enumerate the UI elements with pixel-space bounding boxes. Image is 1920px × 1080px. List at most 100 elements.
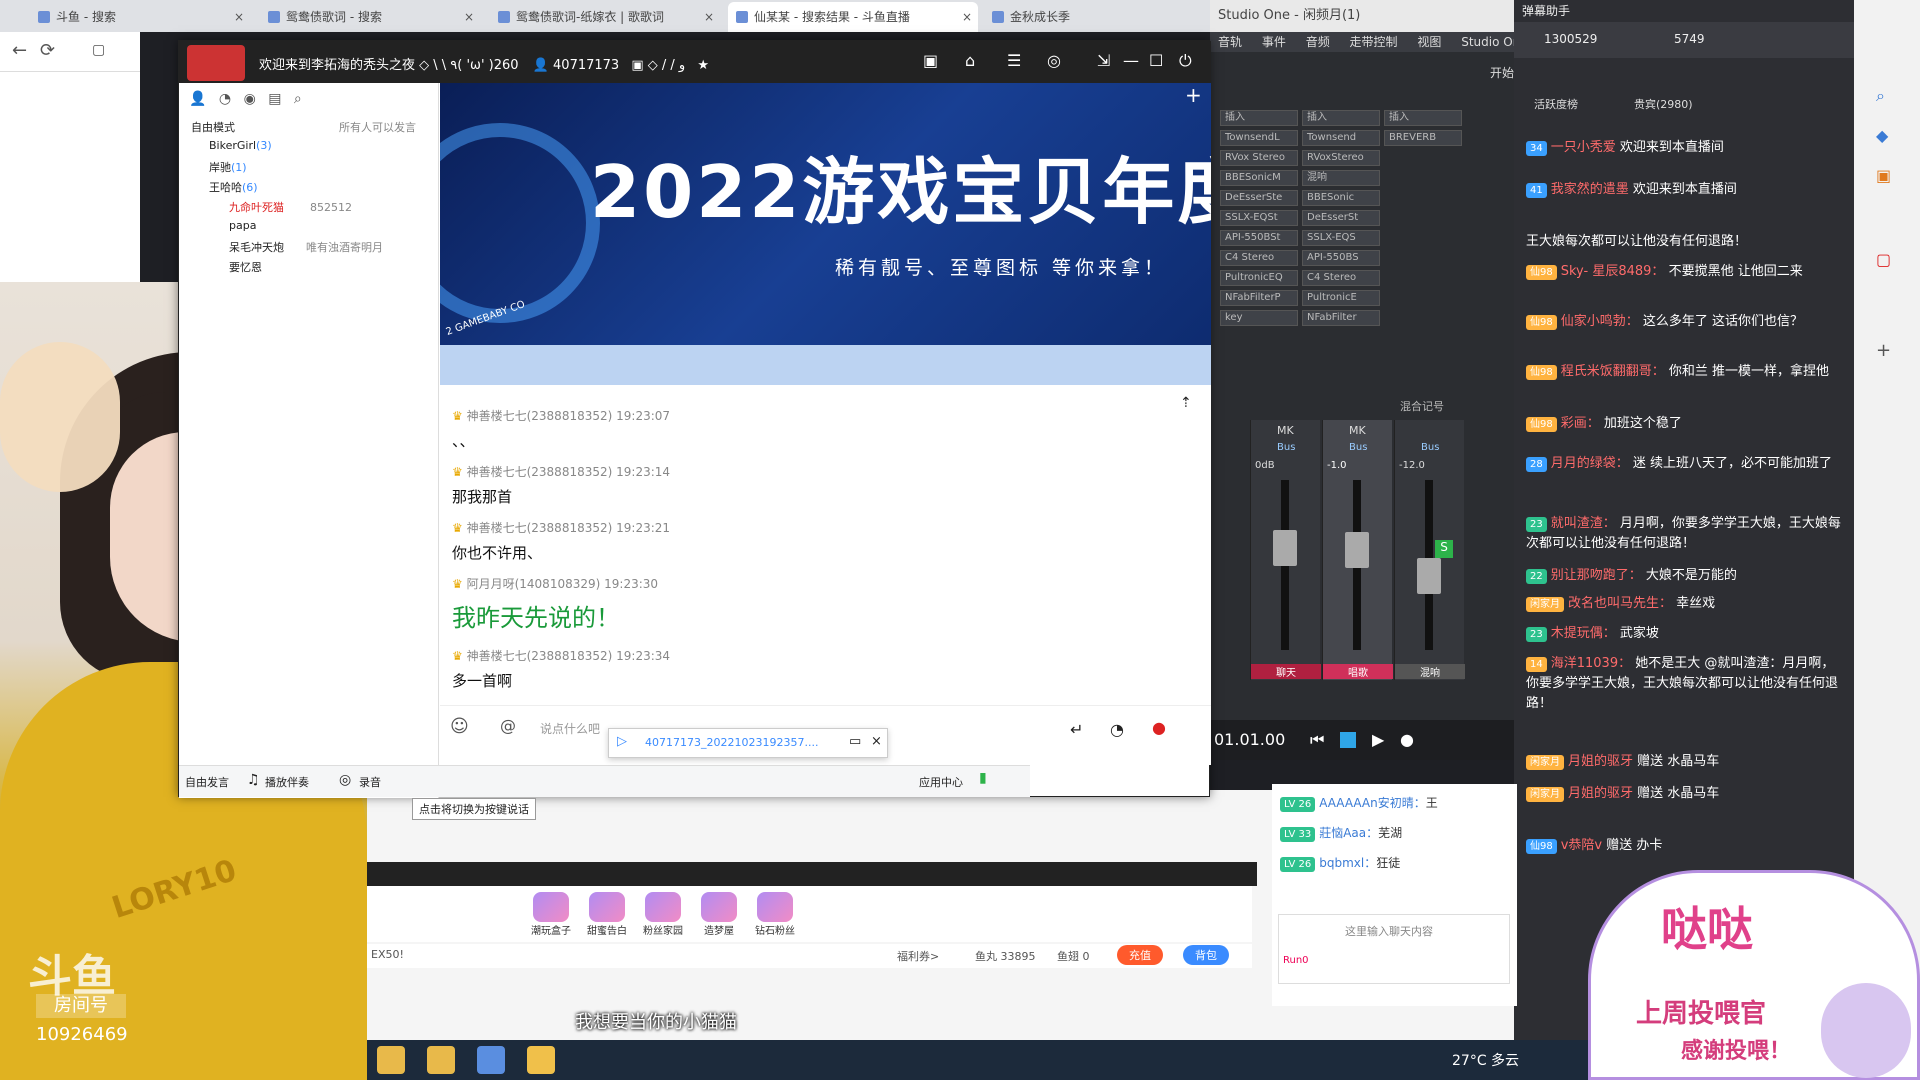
member-group[interactable]: 王哈哈(6) (209, 179, 258, 195)
plugin-slot[interactable]: RVoxStereo (1302, 150, 1380, 166)
group-avatar[interactable] (187, 45, 245, 81)
plugin-slot[interactable]: Townsend (1302, 130, 1380, 146)
user-name[interactable]: 仙家小鸣勃： (1561, 314, 1639, 329)
search-icon[interactable]: ⌕ (1876, 86, 1885, 106)
plugin-slot[interactable]: BBESonic (1302, 190, 1380, 206)
solo-button[interactable]: S (1435, 540, 1453, 558)
scroll-top-icon[interactable]: ⇡ (1180, 395, 1192, 411)
user-name[interactable]: 月月的绿袋： (1551, 456, 1629, 471)
message-sender[interactable]: 神善楼七七(2388818352) (467, 521, 613, 535)
user-name[interactable]: 就叫渣渣： (1551, 516, 1616, 531)
extension-icon[interactable]: ◆ (1876, 126, 1888, 145)
weather-widget[interactable]: 27°C 多云 (1452, 1050, 1519, 1070)
user-name[interactable]: 莊恼Aaa： (1319, 826, 1378, 840)
app-center-button[interactable]: 应用中心 (919, 774, 963, 790)
member-row[interactable]: 要忆恩 (229, 259, 262, 275)
folder-icon[interactable]: ▭ (849, 734, 861, 749)
close-icon[interactable]: × (464, 2, 474, 32)
user-name[interactable]: 木提玩偶： (1551, 626, 1616, 641)
emoji-icon[interactable]: ☺ (450, 716, 469, 737)
chat-bubble-icon[interactable]: ◔ (1110, 720, 1124, 739)
message-sender[interactable]: 神善楼七七(2388818352) (467, 465, 613, 479)
user-name[interactable]: AAAAAAn安初晴： (1319, 796, 1426, 810)
welfare-link[interactable]: 福利券> (897, 948, 939, 964)
back-icon[interactable]: ← (12, 40, 27, 61)
record-button[interactable]: 录音 (359, 774, 381, 790)
play-icon[interactable]: ▷ (617, 734, 627, 749)
member-group[interactable]: 岸驰(1) (209, 159, 247, 175)
message-sender[interactable]: 阿月月呀(1408108329) (467, 577, 601, 591)
member-row[interactable]: 九命叶死猫 852512 (229, 199, 352, 215)
insert-header[interactable]: 插入 (1220, 110, 1298, 126)
browser-tab[interactable]: 鸳鸯债歌词-纸嫁衣 | 歌歌词 × (490, 2, 720, 32)
add-icon[interactable]: + (1876, 340, 1891, 361)
menu-item[interactable]: 走带控制 (1350, 35, 1398, 49)
user-name[interactable]: bqbmxl： (1319, 856, 1376, 870)
plugin-slot[interactable]: TownsendL (1220, 130, 1298, 146)
file-upload-chip[interactable]: ▷ 40717173_20221023192357.... ▭ × (608, 728, 888, 758)
member-row[interactable]: papa (229, 219, 256, 232)
gift-item[interactable]: 甜蜜告白 (583, 892, 631, 938)
close-icon[interactable]: × (871, 734, 882, 749)
plugin-slot[interactable]: C4 Stereo (1220, 250, 1298, 266)
plugin-slot[interactable]: C4 Stereo (1302, 270, 1380, 286)
plugin-slot[interactable]: RVox Stereo (1220, 150, 1298, 166)
plugin-slot[interactable]: PultronicEQ (1220, 270, 1298, 286)
bag-button[interactable]: 背包 (1183, 945, 1229, 965)
enter-icon[interactable]: ↵ (1070, 720, 1083, 739)
note-icon[interactable]: ▤ (268, 91, 281, 107)
plugin-slot[interactable]: SSLX-EQSt (1220, 210, 1298, 226)
plugin-slot[interactable]: DeEsserSt (1302, 210, 1380, 226)
close-icon[interactable]: × (704, 2, 714, 32)
reload-icon[interactable]: ⟳ (40, 40, 55, 61)
maximize-icon[interactable]: ☐ (1149, 51, 1163, 70)
file-name[interactable]: 40717173_20221023192357.... (645, 736, 818, 749)
browser-tab[interactable]: 金秋成长季 (984, 2, 1084, 32)
companion-button[interactable]: 播放伴奏 (265, 774, 309, 790)
fader-knob[interactable] (1417, 558, 1441, 594)
app-icon[interactable] (377, 1046, 405, 1074)
tab-vip[interactable]: 贵宾(2980) (1634, 96, 1693, 112)
minimize-icon[interactable]: — (1123, 51, 1139, 70)
close-icon[interactable]: × (234, 2, 244, 32)
mic-icon[interactable]: ● (1152, 718, 1166, 737)
user-name[interactable]: 我家然的遣墨 (1551, 182, 1629, 197)
chat-input[interactable]: Run0 这里输入聊天内容 (1278, 914, 1510, 984)
message-sender[interactable]: 神善楼七七(2388818352) (467, 409, 613, 423)
menu-item[interactable]: Studio One (1461, 35, 1520, 49)
star-icon[interactable]: ★ (697, 58, 709, 73)
menu-item[interactable]: 音频 (1306, 35, 1330, 49)
start-button[interactable]: 开始 (1490, 64, 1514, 81)
member-row[interactable]: 呆毛冲天炮 唯有浊酒寄明月 (229, 239, 383, 255)
plugin-slot[interactable]: API-550BSt (1220, 230, 1298, 246)
app-icon[interactable] (477, 1046, 505, 1074)
free-speak-button[interactable]: 自由发言 (185, 774, 229, 790)
plugin-slot[interactable]: 混响 (1302, 170, 1380, 186)
location-icon[interactable]: ◉ (244, 91, 256, 107)
plugin-slot[interactable]: API-550BS (1302, 250, 1380, 266)
close-icon[interactable]: ⏻ (1179, 51, 1192, 71)
fader-knob[interactable] (1345, 532, 1369, 568)
list-icon[interactable]: ☰ (1007, 51, 1021, 70)
gift-item[interactable]: 造梦屋 (695, 892, 743, 938)
game-icon[interactable]: ◎ (1047, 51, 1061, 70)
fader-knob[interactable] (1273, 530, 1297, 566)
user-name[interactable]: 月姐的驱牙 (1568, 786, 1633, 801)
gift-item[interactable]: 潮玩盒子 (527, 892, 575, 938)
member-group[interactable]: BikerGirl(3) (209, 139, 272, 152)
office-icon[interactable]: ▢ (1876, 250, 1891, 269)
channel-strip[interactable]: MK Bus 0dB 聊天 (1250, 420, 1321, 680)
plugin-slot[interactable]: NFabFilterP (1220, 290, 1298, 306)
user-name[interactable]: 程氏米饭翻翻哥： (1561, 364, 1665, 379)
plugin-slot[interactable]: NFabFilter (1302, 310, 1380, 326)
message-input[interactable]: 说点什么吧 (540, 720, 600, 737)
plugin-slot[interactable]: SSLX-EQS (1302, 230, 1380, 246)
user-name[interactable]: v恭陪v (1561, 838, 1602, 853)
user-icon[interactable]: 👤 (189, 91, 206, 107)
gift-item[interactable]: 粉丝家园 (639, 892, 687, 938)
stop-button[interactable] (1340, 732, 1356, 748)
user-name[interactable]: 彩画： (1561, 416, 1600, 431)
browser-tab[interactable]: 鸳鸯债歌词 - 搜索 × (260, 2, 480, 32)
at-icon[interactable]: @ (500, 716, 516, 735)
tab-activity[interactable]: 活跃度榜 (1534, 96, 1578, 112)
